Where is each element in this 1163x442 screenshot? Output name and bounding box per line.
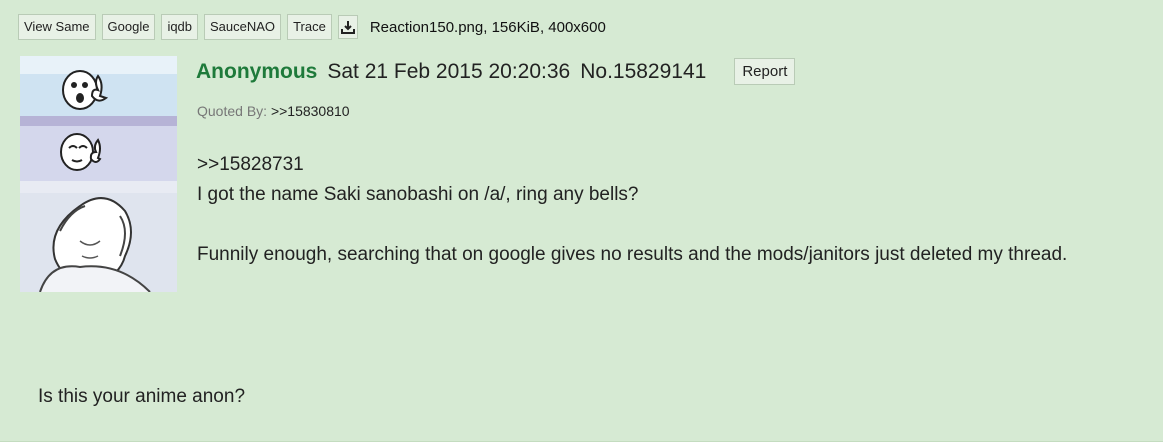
file-toolbar: View Same Google iqdb SauceNAO Trace Rea… (18, 14, 606, 40)
quoted-by-label: Quoted By: (197, 103, 268, 119)
post-container: View Same Google iqdb SauceNAO Trace Rea… (0, 0, 1163, 442)
saucenao-button[interactable]: SauceNAO (204, 14, 282, 40)
download-icon (340, 21, 355, 34)
post-datetime: Sat 21 Feb 2015 20:20:36 (327, 59, 571, 83)
view-same-button[interactable]: View Same (18, 14, 96, 40)
post-thumbnail[interactable] (20, 56, 177, 292)
quoted-by: Quoted By: >>15830810 (197, 103, 350, 119)
post-header: Anonymous Sat 21 Feb 2015 20:20:36 No.15… (196, 58, 796, 85)
trailing-text: Is this your anime anon? (38, 386, 246, 407)
report-button[interactable]: Report (734, 58, 796, 85)
post-line-1: I got the name Saki sanobashi on /a/, ri… (197, 184, 639, 205)
trace-button[interactable]: Trace (287, 14, 332, 40)
poster-name: Anonymous (196, 59, 318, 83)
post-body: >>15828731 I got the name Saki sanobashi… (197, 150, 1137, 270)
iqdb-button[interactable]: iqdb (161, 14, 199, 40)
post-number-link[interactable]: No.15829141 (580, 60, 706, 84)
reaction-image (20, 56, 177, 292)
quote-link[interactable]: >>15828731 (197, 154, 304, 175)
post-line-2: Funnily enough, searching that on google… (197, 244, 1068, 265)
quoted-by-link[interactable]: >>15830810 (271, 103, 350, 119)
file-info[interactable]: Reaction150.png, 156KiB, 400x600 (370, 19, 606, 36)
google-button[interactable]: Google (101, 14, 156, 40)
download-button[interactable] (337, 15, 358, 39)
